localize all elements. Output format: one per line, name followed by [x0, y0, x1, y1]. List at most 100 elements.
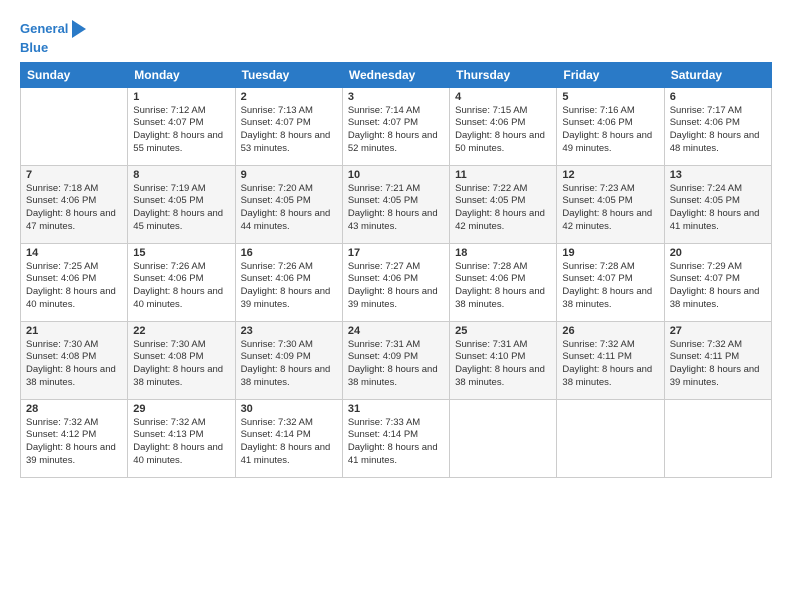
- calendar-cell: 6 Sunrise: 7:17 AMSunset: 4:06 PMDaylight…: [664, 87, 771, 165]
- calendar-cell: [557, 399, 664, 477]
- calendar-cell: 11 Sunrise: 7:22 AMSunset: 4:05 PMDayligh…: [450, 165, 557, 243]
- day-detail: Sunrise: 7:18 AMSunset: 4:06 PMDaylight:…: [26, 183, 122, 234]
- day-detail: Sunrise: 7:12 AMSunset: 4:07 PMDaylight:…: [133, 105, 229, 156]
- header-thursday: Thursday: [450, 62, 557, 87]
- day-detail: Sunrise: 7:20 AMSunset: 4:05 PMDaylight:…: [241, 183, 337, 234]
- calendar-cell: 15 Sunrise: 7:26 AMSunset: 4:06 PMDayligh…: [128, 243, 235, 321]
- calendar-week-row: 1 Sunrise: 7:12 AMSunset: 4:07 PMDaylight…: [21, 87, 772, 165]
- day-detail: Sunrise: 7:30 AMSunset: 4:08 PMDaylight:…: [133, 339, 229, 390]
- day-number: 26: [562, 325, 658, 337]
- calendar-cell: 24 Sunrise: 7:31 AMSunset: 4:09 PMDayligh…: [342, 321, 449, 399]
- header-wednesday: Wednesday: [342, 62, 449, 87]
- day-number: 24: [348, 325, 444, 337]
- day-number: 29: [133, 403, 229, 415]
- page-header: General Blue: [20, 18, 772, 56]
- day-detail: Sunrise: 7:26 AMSunset: 4:06 PMDaylight:…: [133, 261, 229, 312]
- day-number: 1: [133, 91, 229, 103]
- day-detail: Sunrise: 7:33 AMSunset: 4:14 PMDaylight:…: [348, 417, 444, 468]
- calendar-cell: [450, 399, 557, 477]
- day-number: 8: [133, 169, 229, 181]
- day-detail: Sunrise: 7:28 AMSunset: 4:07 PMDaylight:…: [562, 261, 658, 312]
- calendar-cell: 7Sunrise: 7:18 AMSunset: 4:06 PMDaylight…: [21, 165, 128, 243]
- day-detail: Sunrise: 7:22 AMSunset: 4:05 PMDaylight:…: [455, 183, 551, 234]
- day-number: 12: [562, 169, 658, 181]
- calendar-cell: 25Sunrise: 7:31 AMSunset: 4:10 PMDayligh…: [450, 321, 557, 399]
- calendar-cell: 4Sunrise: 7:15 AMSunset: 4:06 PMDaylight…: [450, 87, 557, 165]
- day-detail: Sunrise: 7:32 AMSunset: 4:12 PMDaylight:…: [26, 417, 122, 468]
- header-tuesday: Tuesday: [235, 62, 342, 87]
- day-detail: Sunrise: 7:25 AMSunset: 4:06 PMDaylight:…: [26, 261, 122, 312]
- calendar-cell: 31 Sunrise: 7:33 AMSunset: 4:14 PMDayligh…: [342, 399, 449, 477]
- weekday-header-row: Sunday Monday Tuesday Wednesday Thursday…: [21, 62, 772, 87]
- logo-text-blue: Blue: [20, 40, 88, 56]
- day-number: 30: [241, 403, 337, 415]
- calendar-page: General Blue Sunday Monday Tuesday Wedne…: [0, 0, 792, 612]
- calendar-cell: 8 Sunrise: 7:19 AMSunset: 4:05 PMDaylight…: [128, 165, 235, 243]
- calendar-cell: 29Sunrise: 7:32 AMSunset: 4:13 PMDayligh…: [128, 399, 235, 477]
- calendar-cell: 21Sunrise: 7:30 AMSunset: 4:08 PMDayligh…: [21, 321, 128, 399]
- day-number: 16: [241, 247, 337, 259]
- day-number: 23: [241, 325, 337, 337]
- day-detail: Sunrise: 7:21 AMSunset: 4:05 PMDaylight:…: [348, 183, 444, 234]
- day-detail: Sunrise: 7:31 AMSunset: 4:10 PMDaylight:…: [455, 339, 551, 390]
- calendar-cell: 12 Sunrise: 7:23 AMSunset: 4:05 PMDayligh…: [557, 165, 664, 243]
- calendar-cell: 30 Sunrise: 7:32 AMSunset: 4:14 PMDayligh…: [235, 399, 342, 477]
- day-detail: Sunrise: 7:28 AMSunset: 4:06 PMDaylight:…: [455, 261, 551, 312]
- day-number: 15: [133, 247, 229, 259]
- day-number: 13: [670, 169, 766, 181]
- header-sunday: Sunday: [21, 62, 128, 87]
- calendar-week-row: 7Sunrise: 7:18 AMSunset: 4:06 PMDaylight…: [21, 165, 772, 243]
- calendar-week-row: 28 Sunrise: 7:32 AMSunset: 4:12 PMDayligh…: [21, 399, 772, 477]
- calendar-cell: 28 Sunrise: 7:32 AMSunset: 4:12 PMDayligh…: [21, 399, 128, 477]
- day-detail: Sunrise: 7:30 AMSunset: 4:09 PMDaylight:…: [241, 339, 337, 390]
- day-detail: Sunrise: 7:27 AMSunset: 4:06 PMDaylight:…: [348, 261, 444, 312]
- day-detail: Sunrise: 7:17 AMSunset: 4:06 PMDaylight:…: [670, 105, 766, 156]
- calendar-cell: [664, 399, 771, 477]
- day-number: 27: [670, 325, 766, 337]
- header-friday: Friday: [557, 62, 664, 87]
- day-number: 14: [26, 247, 122, 259]
- calendar-cell: 2 Sunrise: 7:13 AMSunset: 4:07 PMDaylight…: [235, 87, 342, 165]
- day-detail: Sunrise: 7:19 AMSunset: 4:05 PMDaylight:…: [133, 183, 229, 234]
- day-number: 18: [455, 247, 551, 259]
- day-detail: Sunrise: 7:32 AMSunset: 4:11 PMDaylight:…: [562, 339, 658, 390]
- logo: General Blue: [20, 18, 88, 56]
- day-detail: Sunrise: 7:13 AMSunset: 4:07 PMDaylight:…: [241, 105, 337, 156]
- day-number: 2: [241, 91, 337, 103]
- day-number: 31: [348, 403, 444, 415]
- day-detail: Sunrise: 7:32 AMSunset: 4:14 PMDaylight:…: [241, 417, 337, 468]
- calendar-cell: 26 Sunrise: 7:32 AMSunset: 4:11 PMDayligh…: [557, 321, 664, 399]
- header-saturday: Saturday: [664, 62, 771, 87]
- day-detail: Sunrise: 7:23 AMSunset: 4:05 PMDaylight:…: [562, 183, 658, 234]
- header-monday: Monday: [128, 62, 235, 87]
- day-number: 11: [455, 169, 551, 181]
- day-number: 17: [348, 247, 444, 259]
- logo-icon: [70, 18, 88, 40]
- day-detail: Sunrise: 7:29 AMSunset: 4:07 PMDaylight:…: [670, 261, 766, 312]
- calendar-cell: 23 Sunrise: 7:30 AMSunset: 4:09 PMDayligh…: [235, 321, 342, 399]
- calendar-week-row: 14 Sunrise: 7:25 AMSunset: 4:06 PMDayligh…: [21, 243, 772, 321]
- day-detail: Sunrise: 7:31 AMSunset: 4:09 PMDaylight:…: [348, 339, 444, 390]
- day-number: 22: [133, 325, 229, 337]
- day-detail: Sunrise: 7:32 AMSunset: 4:11 PMDaylight:…: [670, 339, 766, 390]
- day-number: 6: [670, 91, 766, 103]
- day-number: 10: [348, 169, 444, 181]
- calendar-cell: 19Sunrise: 7:28 AMSunset: 4:07 PMDayligh…: [557, 243, 664, 321]
- day-number: 20: [670, 247, 766, 259]
- day-number: 3: [348, 91, 444, 103]
- calendar-cell: 3 Sunrise: 7:14 AMSunset: 4:07 PMDaylight…: [342, 87, 449, 165]
- calendar-cell: 1 Sunrise: 7:12 AMSunset: 4:07 PMDaylight…: [128, 87, 235, 165]
- calendar-cell: 14 Sunrise: 7:25 AMSunset: 4:06 PMDayligh…: [21, 243, 128, 321]
- calendar-table: Sunday Monday Tuesday Wednesday Thursday…: [20, 62, 772, 478]
- calendar-cell: [21, 87, 128, 165]
- logo-text-general: General: [20, 21, 68, 37]
- day-detail: Sunrise: 7:16 AMSunset: 4:06 PMDaylight:…: [562, 105, 658, 156]
- calendar-week-row: 21Sunrise: 7:30 AMSunset: 4:08 PMDayligh…: [21, 321, 772, 399]
- calendar-cell: 13Sunrise: 7:24 AMSunset: 4:05 PMDayligh…: [664, 165, 771, 243]
- calendar-cell: 5 Sunrise: 7:16 AMSunset: 4:06 PMDaylight…: [557, 87, 664, 165]
- day-detail: Sunrise: 7:14 AMSunset: 4:07 PMDaylight:…: [348, 105, 444, 156]
- day-detail: Sunrise: 7:15 AMSunset: 4:06 PMDaylight:…: [455, 105, 551, 156]
- calendar-cell: 27 Sunrise: 7:32 AMSunset: 4:11 PMDayligh…: [664, 321, 771, 399]
- day-number: 5: [562, 91, 658, 103]
- day-number: 28: [26, 403, 122, 415]
